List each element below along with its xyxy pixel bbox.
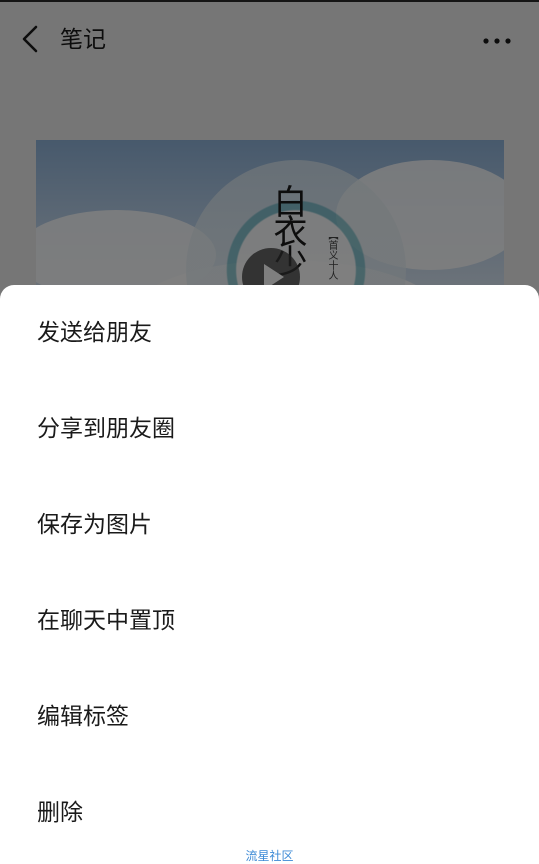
send-to-friend-item[interactable]: 发送给朋友 [0, 285, 539, 381]
edit-tags-item[interactable]: 编辑标签 [0, 669, 539, 765]
delete-item[interactable]: 删除 [0, 765, 539, 861]
watermark-text: 流星社区 [245, 849, 294, 863]
menu-item-label: 删除 [37, 800, 83, 826]
share-to-moments-item[interactable]: 分享到朋友圈 [0, 381, 539, 477]
menu-item-label: 保存为图片 [37, 512, 152, 538]
menu-item-label: 在聊天中置顶 [37, 608, 175, 634]
action-sheet: 发送给朋友 分享到朋友圈 保存为图片 在聊天中置顶 编辑标签 删除 [0, 285, 539, 864]
pin-in-chat-item[interactable]: 在聊天中置顶 [0, 573, 539, 669]
save-as-image-item[interactable]: 保存为图片 [0, 477, 539, 573]
menu-item-label: 编辑标签 [37, 704, 129, 730]
menu-item-label: 分享到朋友圈 [37, 416, 175, 442]
menu-item-label: 发送给朋友 [37, 320, 152, 346]
